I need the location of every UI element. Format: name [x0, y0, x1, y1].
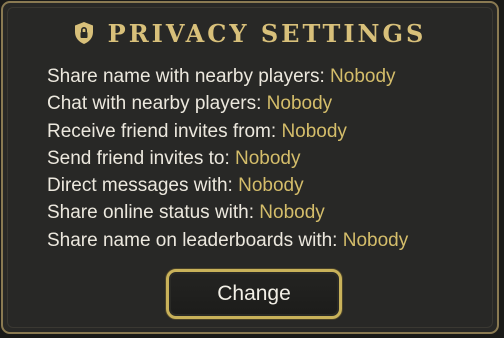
setting-leaderboard-name: Share name on leaderboards with: Nobody: [47, 227, 487, 254]
panel-title: PRIVACY SETTINGS: [107, 18, 427, 48]
setting-receive-friend-invites: Receive friend invites from: Nobody: [47, 118, 487, 145]
setting-label: Receive friend invites from:: [47, 120, 277, 142]
privacy-settings-panel: PRIVACY SETTINGS Share name with nearby …: [1, 1, 499, 334]
setting-value: Nobody: [342, 229, 409, 251]
setting-send-friend-invites: Send friend invites to: Nobody: [47, 145, 487, 172]
setting-value: Nobody: [238, 175, 304, 197]
shield-lock-icon: [74, 21, 94, 45]
setting-label: Chat with nearby players:: [47, 93, 262, 115]
setting-chat-nearby: Chat with nearby players: Nobody: [47, 90, 487, 117]
setting-direct-messages: Direct messages with: Nobody: [47, 172, 487, 199]
setting-label: Share online status with:: [47, 202, 255, 224]
setting-value: Nobody: [330, 66, 396, 87]
setting-share-name-nearby: Share name with nearby players: Nobody: [47, 63, 487, 90]
change-button[interactable]: Change: [166, 269, 342, 319]
change-button-label: Change: [217, 282, 291, 305]
panel-header: PRIVACY SETTINGS: [3, 15, 497, 51]
setting-value: Nobody: [281, 120, 347, 142]
setting-label: Send friend invites to:: [47, 147, 230, 169]
setting-value: Nobody: [259, 202, 325, 224]
setting-label: Direct messages with:: [47, 175, 233, 197]
settings-list: Share name with nearby players: Nobody C…: [47, 63, 487, 254]
setting-value: Nobody: [266, 93, 333, 115]
setting-value: Nobody: [235, 147, 301, 169]
setting-label: Share name on leaderboards with:: [47, 229, 338, 251]
setting-online-status: Share online status with: Nobody: [47, 199, 487, 226]
setting-label: Share name with nearby players:: [47, 66, 325, 87]
